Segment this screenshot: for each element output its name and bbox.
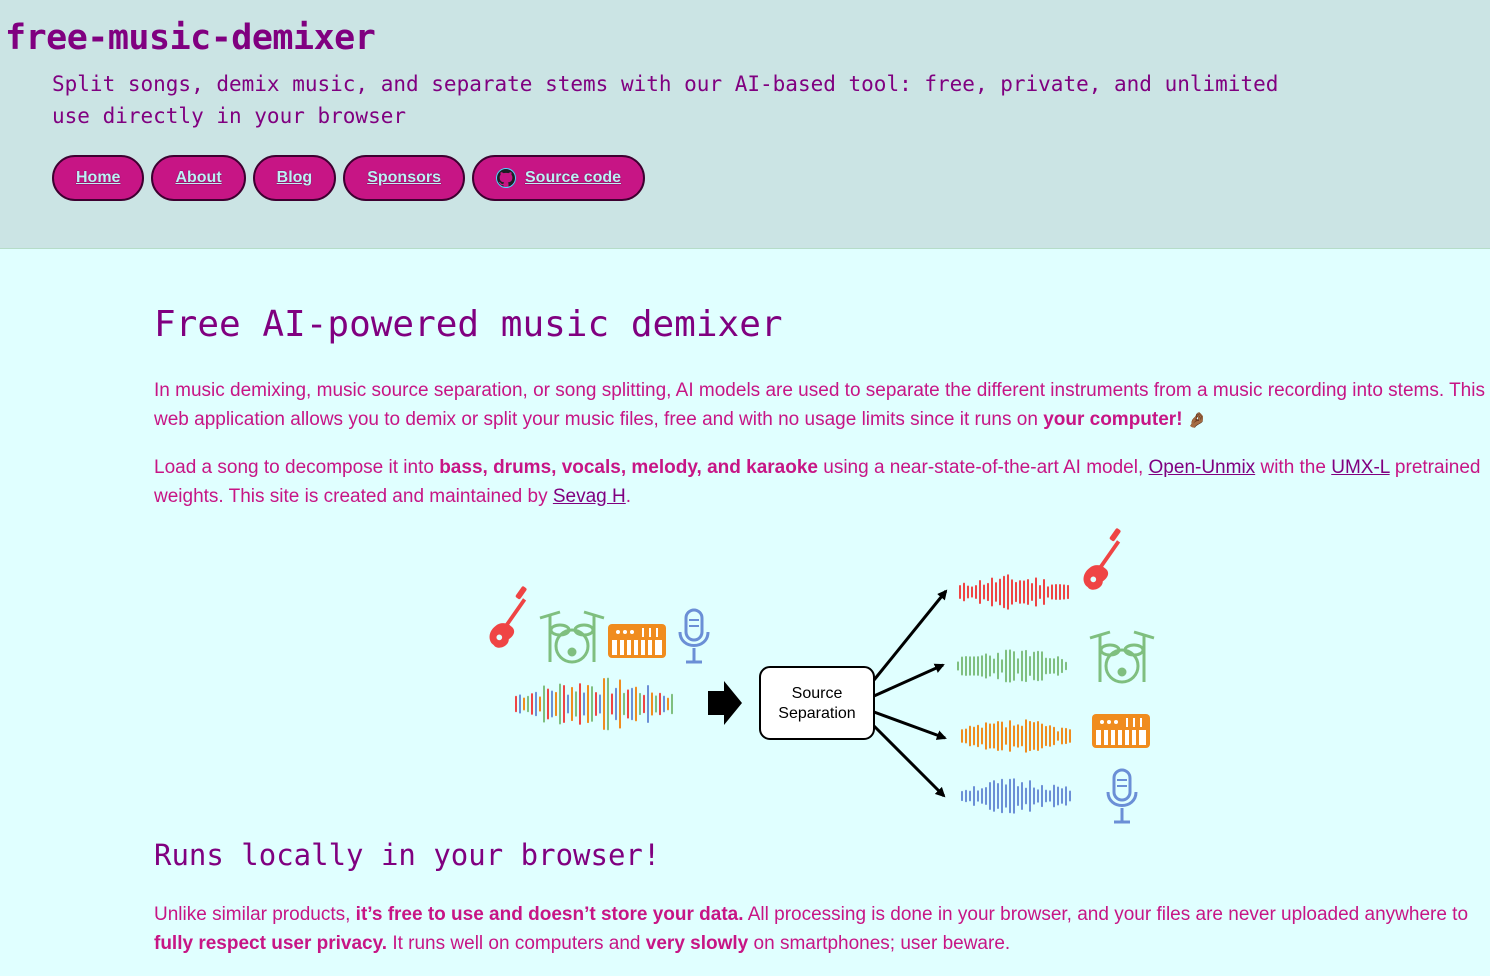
nav-home-label: Home <box>76 169 121 186</box>
site-header: free-music-demixer Split songs, demix mu… <box>0 0 1490 249</box>
drums-icon <box>539 610 605 664</box>
nav-blog-label: Blog <box>276 169 313 186</box>
features-text-3: with the <box>1255 457 1332 478</box>
main-nav: Home About Blog Sponsors Source code <box>52 155 646 201</box>
nav-sponsors-button[interactable]: Sponsors <box>343 155 465 201</box>
privacy-text-3: It runs well on computers and <box>387 933 646 954</box>
features-text-1: Load a song to decompose it into <box>154 457 440 478</box>
nav-blog-button[interactable]: Blog <box>252 155 337 201</box>
box-label-line1: Source <box>792 685 843 702</box>
nav-source-code-button[interactable]: Source code <box>472 155 646 201</box>
features-paragraph: Load a song to decompose it into bass, d… <box>154 453 1490 511</box>
nav-sponsors-label: Sponsors <box>367 169 441 186</box>
privacy-paragraph: Unlike similar products, it’s free to us… <box>154 900 1490 958</box>
privacy-bold-3: very slowly <box>645 933 749 954</box>
source-separation-box <box>759 666 875 740</box>
nav-home-button[interactable]: Home <box>52 155 145 201</box>
microphone-icon <box>678 608 710 664</box>
box-label-line2: Separation <box>778 705 855 722</box>
open-unmix-link[interactable]: Open-Unmix <box>1149 457 1256 478</box>
sevag-h-link[interactable]: Sevag H <box>553 486 626 507</box>
privacy-bold-1: it’s free to use and doesn’t store your … <box>355 904 744 925</box>
features-text-5: . <box>625 486 632 507</box>
mixed-waveform <box>515 677 673 731</box>
nav-source-code-label: Source code <box>525 169 622 186</box>
nav-about-label: About <box>175 169 222 186</box>
output-drums-icon <box>1089 630 1155 684</box>
privacy-text-1: Unlike similar products, <box>154 904 356 925</box>
intro-paragraph: In music demixing, music source separati… <box>154 376 1490 435</box>
hand-emoji-icon: 🤌🏾 <box>1187 412 1207 429</box>
privacy-text-2: All processing is done in your browser, … <box>743 904 1469 925</box>
intro-bold: your computer! <box>1043 409 1183 430</box>
features-bold: bass, drums, vocals, melody, and karaoke <box>439 457 818 478</box>
process-arrow-icon <box>708 681 742 725</box>
guitar-icon <box>489 586 527 648</box>
umx-l-link[interactable]: UMX-L <box>1331 457 1389 478</box>
site-tagline: Split songs, demix music, and separate s… <box>52 72 1279 128</box>
site-title[interactable]: free-music-demixer <box>5 18 376 58</box>
privacy-bold-2: fully respect user privacy. <box>154 933 388 954</box>
output-keyboard-icon <box>1092 714 1150 748</box>
keyboard-icon <box>608 624 666 658</box>
output-arrows <box>872 589 948 798</box>
output-guitar-icon <box>1083 528 1121 590</box>
features-text-2: using a near-state-of-the-art AI model, <box>817 457 1149 478</box>
intro-text: In music demixing, music source separati… <box>154 380 1485 430</box>
output-microphone-icon <box>1106 768 1138 824</box>
output-waveforms <box>957 574 1071 814</box>
privacy-text-4: on smartphones; user beware. <box>748 933 1011 954</box>
page-heading: Free AI-powered music demixer <box>154 304 783 345</box>
nav-about-button[interactable]: About <box>151 155 246 201</box>
section-heading-local: Runs locally in your browser! <box>154 838 661 872</box>
github-icon <box>496 168 516 188</box>
source-separation-diagram: Source Separation <box>489 528 1155 824</box>
